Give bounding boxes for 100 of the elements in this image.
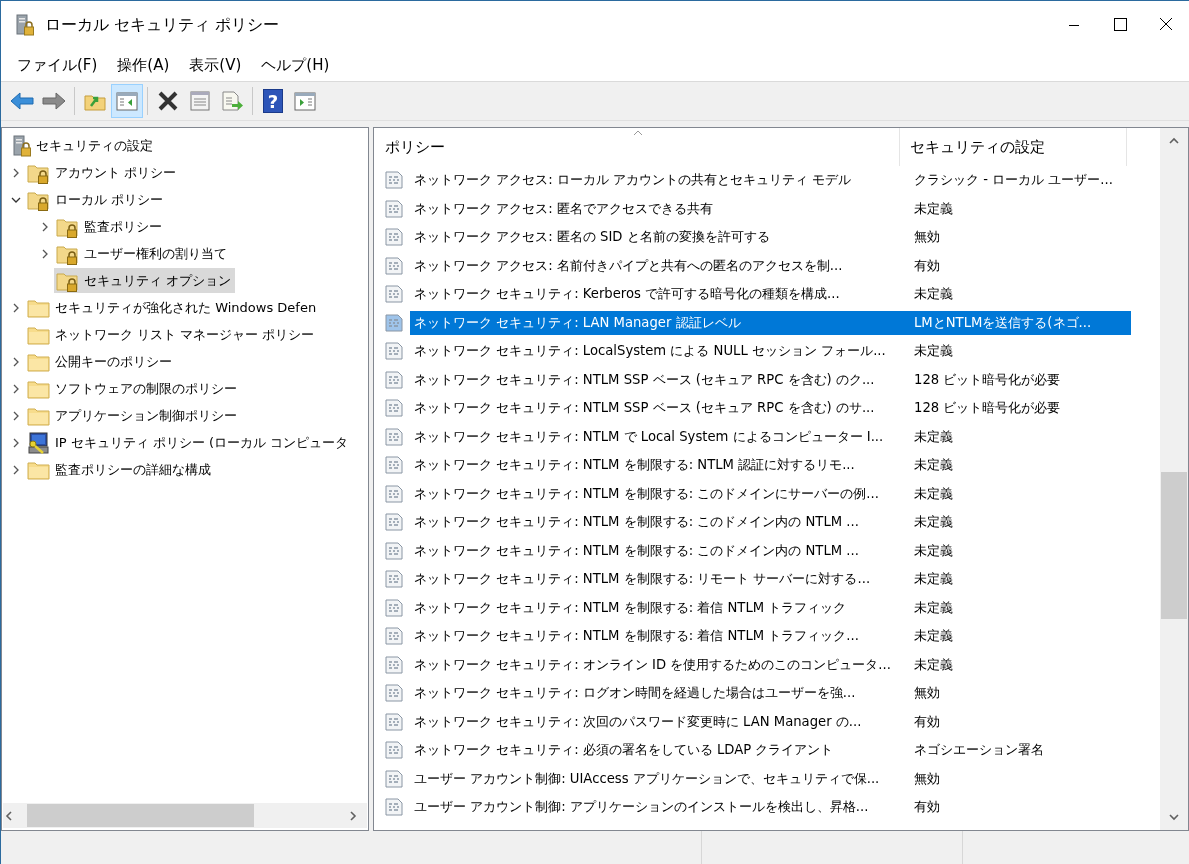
policy-cell-text: ネットワーク アクセス: 匿名でアクセスできる共有 [413, 199, 714, 218]
menu-item[interactable]: ファイル(F) [9, 55, 106, 75]
menu-item[interactable]: 操作(A) [109, 55, 178, 75]
tree-item[interactable]: ユーザー権利の割り当て [54, 241, 231, 266]
table-row[interactable]: ユーザー アカウント制御: アプリケーションのインストールを検出し、昇格... 有効 [410, 795, 1131, 820]
policy-cell-text: ユーザー アカウント制御: アプリケーションのインストールを検出し、昇格... [413, 798, 870, 817]
binary-document-icon [384, 483, 404, 504]
tree-item[interactable]: ソフトウェアの制限のポリシー [25, 376, 241, 401]
scroll-thumb[interactable] [1161, 472, 1187, 619]
tree-item-label: ローカル ポリシー [55, 190, 164, 209]
tree-item-label: アカウント ポリシー [55, 163, 177, 182]
menu-item[interactable]: 表示(V) [181, 55, 250, 75]
setting-cell-text: 未定義 [913, 427, 954, 446]
tree-item[interactable]: セキュリティの設定 [10, 133, 157, 158]
table-row[interactable]: ネットワーク セキュリティ: ログオン時間を経過した場合はユーザーを強... 無効 [410, 681, 1131, 706]
table-row[interactable]: ネットワーク セキュリティ: NTLM を制限する: NTLM 認証に対するリモ... 未定義 [410, 453, 1131, 478]
table-row[interactable]: ネットワーク アクセス: ローカル アカウントの共有とセキュリティ モデル クラシック - ローカル ユーザー... [410, 168, 1131, 193]
table-row[interactable]: ネットワーク セキュリティ: NTLM SSP ベース (セキュア RPC を含む) のク... 128 ビット暗号化が必要 [410, 367, 1131, 392]
table-row[interactable]: ネットワーク セキュリティ: Kerberos で許可する暗号化の種類を構成... 未定義 [410, 282, 1131, 307]
policy-cell-text: ネットワーク アクセス: 名前付きパイプと共有への匿名のアクセスを制... [413, 256, 844, 275]
table-row[interactable]: ネットワーク セキュリティ: NTLM SSP ベース (セキュア RPC を含む) のサ... 128 ビット暗号化が必要 [410, 396, 1131, 421]
binary-document-icon [384, 597, 404, 618]
scroll-right-icon[interactable] [347, 809, 359, 822]
binary-document-icon [384, 284, 404, 305]
binary-document-icon [384, 797, 404, 818]
table-row[interactable]: ネットワーク セキュリティ: NTLM を制限する: このドメインにサーバーの例... 未定義 [410, 481, 1131, 506]
table-row[interactable]: ネットワーク セキュリティ: LAN Manager 認証レベル LMとNTLMを送信する(ネゴ... [410, 310, 1131, 335]
binary-document-icon [384, 341, 404, 362]
sort-ascending-icon [633, 130, 643, 136]
setting-cell-text: 未定義 [913, 570, 954, 589]
binary-document-icon [384, 540, 404, 561]
column-header[interactable]: セキュリティの設定 [900, 128, 1127, 166]
action-pane-icon [293, 90, 317, 112]
binary-document-icon [384, 170, 404, 191]
tree-item[interactable]: ローカル ポリシー [25, 187, 168, 212]
window-title: ローカル セキュリティ ポリシー [45, 14, 281, 36]
table-row[interactable]: ネットワーク セキュリティ: NTLM を制限する: このドメイン内の NTLM ... 未定義 [410, 510, 1131, 535]
binary-document-icon [384, 426, 404, 447]
table-row[interactable]: ネットワーク セキュリティ: 必須の署名をしている LDAP クライアント ネゴシエーション署名 [410, 738, 1131, 763]
binary-document-icon [384, 369, 404, 390]
table-row[interactable]: ネットワーク セキュリティ: NTLM を制限する: リモート サーバーに対する... 未定義 [410, 567, 1131, 592]
table-row[interactable]: ネットワーク セキュリティ: 次回のパスワード変更時に LAN Manager の... 有効 [410, 709, 1131, 734]
tree-item-label: アプリケーション制御ポリシー [55, 406, 237, 425]
computer-key-icon [27, 430, 51, 455]
horizontal-scrollbar[interactable] [3, 803, 367, 828]
scroll-thumb[interactable] [27, 804, 254, 827]
policy-cell-text: ネットワーク セキュリティ: NTLM を制限する: 着信 NTLM トラフィック... [413, 627, 860, 646]
policy-cell-text: ネットワーク アクセス: 匿名の SID と名前の変換を許可する [413, 228, 771, 247]
delete-x-icon [156, 90, 180, 112]
setting-cell-text: クラシック - ローカル ユーザー... [913, 171, 1114, 190]
setting-cell-text: 有効 [913, 256, 941, 275]
setting-cell-text: 未定義 [913, 541, 954, 560]
policy-cell-text: ネットワーク セキュリティ: ログオン時間を経過した場合はユーザーを強... [413, 684, 857, 703]
properties-icon [189, 90, 211, 112]
table-row[interactable]: ネットワーク セキュリティ: オンライン ID を使用するためのこのコンピュータ... 未定義 [410, 652, 1131, 677]
setting-cell-text: 有効 [913, 712, 941, 731]
tree-item-label: IP セキュリティ ポリシー (ローカル コンピュータ [55, 433, 349, 452]
binary-document-icon [384, 569, 404, 590]
setting-cell-text: 無効 [913, 684, 941, 703]
tree-item[interactable]: ネットワーク リスト マネージャー ポリシー [25, 322, 319, 347]
setting-cell-text: 未定義 [913, 456, 954, 475]
table-row[interactable]: ネットワーク セキュリティ: LocalSystem による NULL セッション フォール... 未定義 [410, 339, 1131, 364]
tree-item[interactable]: アカウント ポリシー [25, 160, 181, 185]
binary-document-icon [384, 455, 404, 476]
scroll-left-icon[interactable] [3, 809, 15, 822]
binary-document-icon [384, 711, 404, 732]
back-arrow-icon [9, 90, 35, 112]
table-row[interactable]: ネットワーク セキュリティ: NTLM を制限する: 着信 NTLM トラフィック 未定義 [410, 595, 1131, 620]
setting-cell-text: 有効 [913, 798, 941, 817]
table-row[interactable]: ネットワーク アクセス: 匿名の SID と名前の変換を許可する 無効 [410, 225, 1131, 250]
policy-cell-text: ネットワーク セキュリティ: NTLM を制限する: このドメイン内の NTLM ... [413, 541, 860, 560]
table-row[interactable]: ネットワーク アクセス: 匿名でアクセスできる共有 未定義 [410, 196, 1131, 221]
tree-item[interactable]: セキュリティ オプション [54, 268, 236, 293]
policy-cell-text: ネットワーク セキュリティ: 必須の署名をしている LDAP クライアント [413, 741, 835, 760]
tree-item[interactable]: セキュリティが強化された Windows Defen [25, 295, 321, 320]
table-row[interactable]: ネットワーク アクセス: 名前付きパイプと共有への匿名のアクセスを制... 有効 [410, 253, 1131, 278]
menu-item[interactable]: ヘルプ(H) [253, 55, 338, 75]
setting-cell-text: ネゴシエーション署名 [913, 741, 1045, 760]
tree-item[interactable]: アプリケーション制御ポリシー [25, 403, 241, 428]
tree-item[interactable]: IP セキュリティ ポリシー (ローカル コンピュータ [25, 430, 353, 455]
policy-cell-text: ネットワーク セキュリティ: LocalSystem による NULL セッション フォール... [413, 342, 887, 361]
tree-item[interactable]: 監査ポリシー [54, 214, 166, 239]
table-row[interactable]: ネットワーク セキュリティ: NTLM を制限する: このドメイン内の NTLM ... 未定義 [410, 538, 1131, 563]
policy-cell-text: ネットワーク セキュリティ: NTLM を制限する: このドメインにサーバーの例... [413, 484, 880, 503]
tree-item-label: 監査ポリシーの詳細な構成 [55, 460, 211, 479]
setting-cell-text: 未定義 [913, 484, 954, 503]
table-row[interactable]: ユーザー アカウント制御: UIAccess アプリケーションで、セキュリティで保... 無効 [410, 766, 1131, 791]
tree-item[interactable]: 監査ポリシーの詳細な構成 [25, 457, 215, 482]
table-row[interactable]: ネットワーク セキュリティ: NTLM で Local System によるコンピューター I... 未定義 [410, 424, 1131, 449]
help-button[interactable]: ? [257, 84, 289, 118]
setting-cell-text: 未定義 [913, 627, 954, 646]
column-header[interactable]: ポリシー [382, 128, 900, 166]
vertical-scrollbar[interactable] [1160, 128, 1188, 830]
policy-cell-text: ネットワーク セキュリティ: NTLM SSP ベース (セキュア RPC を含む) のク... [413, 370, 876, 389]
policy-cell-text: ネットワーク アクセス: ローカル アカウントの共有とセキュリティ モデル [413, 171, 853, 190]
policy-cell-text: ネットワーク セキュリティ: NTLM を制限する: NTLM 認証に対するリモ... [413, 456, 856, 475]
setting-cell-text: 未定義 [913, 199, 954, 218]
binary-document-icon [384, 683, 404, 704]
tree-item[interactable]: 公開キーのポリシー [25, 349, 176, 374]
table-row[interactable]: ネットワーク セキュリティ: NTLM を制限する: 着信 NTLM トラフィック... 未定義 [410, 624, 1131, 649]
